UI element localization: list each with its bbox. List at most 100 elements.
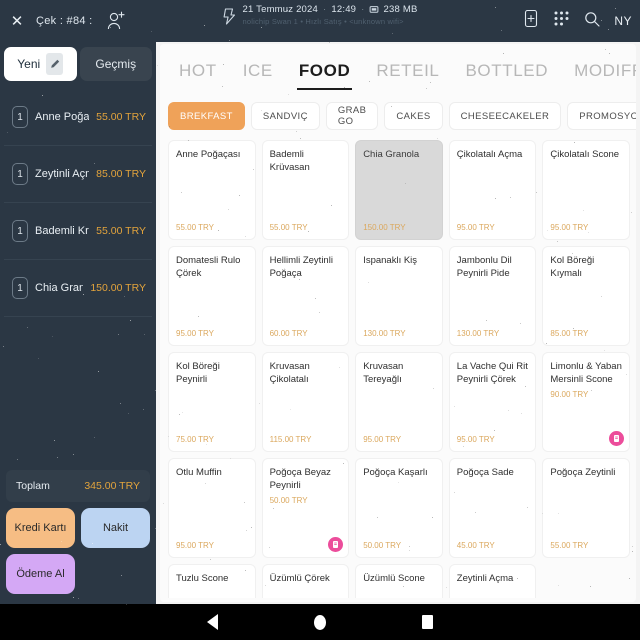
topbar-time: 12:49	[331, 4, 356, 15]
user-initials-label[interactable]: NY	[614, 14, 632, 28]
product-modifier-badge-icon[interactable]	[609, 431, 624, 446]
pos-app-screen: ✕ Çek : #84 : 21 Temmuz 2024 · 12:49 · 2…	[0, 0, 640, 640]
subcategory-chip-promosyon[interactable]: PROMOSYON	[567, 102, 636, 130]
cart-item-qty: 1	[12, 106, 28, 128]
product-card[interactable]: Üzümlü Çörek	[262, 564, 350, 598]
product-name: La Vache Qui Rit Peynirli Çörek	[457, 361, 529, 387]
add-note-icon[interactable]	[523, 9, 539, 33]
product-card[interactable]: Poğoça Zeytinli 55.00 TRY	[542, 458, 630, 558]
product-card[interactable]: Kruvasan Tereyağlı 95.00 TRY	[355, 352, 443, 452]
subcategory-chip-sandviç[interactable]: SANDVIÇ	[251, 102, 320, 130]
cart-item-price: 55.00 TRY	[96, 225, 146, 237]
product-price: 50.00 TRY	[363, 541, 401, 550]
product-card[interactable]: Hellimli Zeytinli Poğaça 60.00 TRY	[262, 246, 350, 346]
cart-item-list[interactable]: 1 Anne Poğaçası 55.00 TRY 1 Zeytinli Açm…	[4, 89, 152, 466]
product-card[interactable]: Bademli Krüvasan 55.00 TRY	[262, 140, 350, 240]
product-modifier-badge-icon[interactable]	[328, 537, 343, 552]
product-card[interactable]: Çikolatalı Açma 95.00 TRY	[449, 140, 537, 240]
product-price: 50.00 TRY	[270, 496, 342, 505]
product-price: 115.00 TRY	[270, 435, 312, 444]
product-name: Poğoça Beyaz Peynirli	[270, 467, 342, 493]
top-bar: ✕ Çek : #84 : 21 Temmuz 2024 · 12:49 · 2…	[0, 0, 640, 42]
total-value: 345.00 TRY	[84, 480, 140, 492]
product-card[interactable]: Kol Böreği Peynirli 75.00 TRY	[168, 352, 256, 452]
product-price: 95.00 TRY	[176, 329, 214, 338]
category-tab-modiffres[interactable]: MODIFFRES	[561, 48, 636, 94]
tab-history-label: Geçmiş	[95, 57, 136, 71]
close-x-icon[interactable]: ✕	[10, 14, 24, 29]
product-card[interactable]: Limonlu & Yaban Mersinli Scone 90.00 TRY	[542, 352, 630, 452]
product-card[interactable]: Çikolatalı Scone 95.00 TRY	[542, 140, 630, 240]
subcategory-chip-brekfast[interactable]: BREKFAST	[168, 102, 245, 130]
subcategory-chip-cakes[interactable]: CAKES	[384, 102, 442, 130]
subcategory-chip-grab-go[interactable]: GRAB GO	[326, 102, 379, 130]
category-tab-hot[interactable]: HOT	[166, 48, 230, 94]
cart-item[interactable]: 1 Chia Granola 150.00 TRY	[4, 260, 152, 317]
order-sidebar: Yeni Geçmiş 1 Anne Poğaçası 55.00 TRY 1 …	[0, 42, 156, 604]
product-name: Çikolatalı Scone	[550, 149, 622, 162]
product-grid[interactable]: Anne Poğaçası 55.00 TRY Bademli Krüvasan 55…	[160, 136, 636, 598]
add-person-icon[interactable]	[105, 9, 127, 33]
search-icon[interactable]	[584, 11, 600, 32]
product-card[interactable]: Üzümlü Scone	[355, 564, 443, 598]
tab-history[interactable]: Geçmiş	[80, 47, 153, 81]
product-card[interactable]: Domatesli Rulo Çörek 95.00 TRY	[168, 246, 256, 346]
product-name: Domatesli Rulo Çörek	[176, 255, 248, 281]
pencil-icon	[46, 53, 63, 75]
product-card[interactable]: Zeytinli Açma	[449, 564, 537, 598]
subcategory-chip-bar: BREKFAST SANDVIÇ GRAB GO CAKES CHESEECAKELER…	[160, 94, 636, 136]
product-name: Çikolatalı Açma	[457, 149, 529, 162]
product-card[interactable]: Ispanaklı Kiş 130.00 TRY	[355, 246, 443, 346]
cart-item-name: Zeytinli Açma	[35, 168, 89, 180]
sidebar-tabs: Yeni Geçmiş	[0, 42, 156, 87]
product-card[interactable]: Jambonlu Dil Peynirli Pide 130.00 TRY	[449, 246, 537, 346]
cart-item-name: Chia Granola	[35, 282, 83, 294]
back-triangle-icon[interactable]	[207, 614, 218, 630]
product-price: 75.00 TRY	[176, 435, 214, 444]
cart-item-name: Bademli Kruvasan	[35, 225, 89, 237]
category-tab-ice[interactable]: ICE	[230, 48, 286, 94]
category-tab-reteil[interactable]: RETEIL	[363, 48, 452, 94]
top-bar-center-group: 21 Temmuz 2024 · 12:49 · 238 MB nolichip…	[223, 4, 418, 30]
recents-square-icon[interactable]	[422, 615, 433, 629]
product-price: 90.00 TRY	[550, 390, 622, 399]
take-payment-button[interactable]: Ödeme Al	[6, 554, 75, 594]
subcategory-chip-cheseecakeler[interactable]: CHESEECAKELER	[449, 102, 562, 130]
apps-grid-icon[interactable]	[553, 10, 570, 33]
cart-item[interactable]: 1 Bademli Kruvasan 55.00 TRY	[4, 203, 152, 260]
cart-item-qty: 1	[12, 220, 28, 242]
product-panel: HOTICEFOODRETEILBOTTLEDMODIFFRES BREKFAS…	[156, 42, 640, 604]
pay-cash-button[interactable]: Nakit	[81, 508, 150, 548]
category-tab-bottled[interactable]: BOTTLED	[452, 48, 561, 94]
product-price: 55.00 TRY	[550, 541, 588, 550]
product-card[interactable]: Poğoça Sade 45.00 TRY	[449, 458, 537, 558]
topbar-date: 21 Temmuz 2024	[243, 4, 319, 15]
cart-item-price: 150.00 TRY	[90, 282, 146, 294]
check-number-label[interactable]: Çek : #84 :	[36, 15, 93, 27]
product-price: 95.00 TRY	[176, 541, 214, 550]
product-name: Üzümlü Çörek	[270, 573, 342, 586]
product-name: Bademli Krüvasan	[270, 149, 342, 175]
product-name: Anne Poğaçası	[176, 149, 248, 162]
product-name: Kruvasan Çikolatalı	[270, 361, 342, 387]
product-card[interactable]: Tuzlu Scone	[168, 564, 256, 598]
product-card[interactable]: Kol Böreği Kıymalı 85.00 TRY	[542, 246, 630, 346]
product-card[interactable]: Kruvasan Çikolatalı 115.00 TRY	[262, 352, 350, 452]
category-tab-bar: HOTICEFOODRETEILBOTTLEDMODIFFRES	[160, 44, 636, 94]
product-card[interactable]: Anne Poğaçası 55.00 TRY	[168, 140, 256, 240]
product-card[interactable]: Chia Granola 150.00 TRY	[355, 140, 443, 240]
top-bar-right-group: NY	[523, 0, 632, 42]
product-price: 95.00 TRY	[550, 223, 588, 232]
tab-new-order[interactable]: Yeni	[4, 47, 77, 81]
product-card[interactable]: La Vache Qui Rit Peynirli Çörek 95.00 TRY	[449, 352, 537, 452]
product-panel-inner: HOTICEFOODRETEILBOTTLEDMODIFFRES BREKFAS…	[160, 44, 636, 602]
cart-item[interactable]: 1 Zeytinli Açma 85.00 TRY	[4, 146, 152, 203]
home-circle-icon[interactable]	[314, 615, 326, 630]
product-card[interactable]: Poğoça Beyaz Peynirli 50.00 TRY	[262, 458, 350, 558]
pay-credit-card-button[interactable]: Kredi Kartı	[6, 508, 75, 548]
product-card[interactable]: Otlu Muffin 95.00 TRY	[168, 458, 256, 558]
category-tab-food[interactable]: FOOD	[286, 48, 364, 94]
cart-item[interactable]: 1 Anne Poğaçası 55.00 TRY	[4, 89, 152, 146]
product-price: 60.00 TRY	[270, 329, 308, 338]
product-card[interactable]: Poğoça Kaşarlı 50.00 TRY	[355, 458, 443, 558]
